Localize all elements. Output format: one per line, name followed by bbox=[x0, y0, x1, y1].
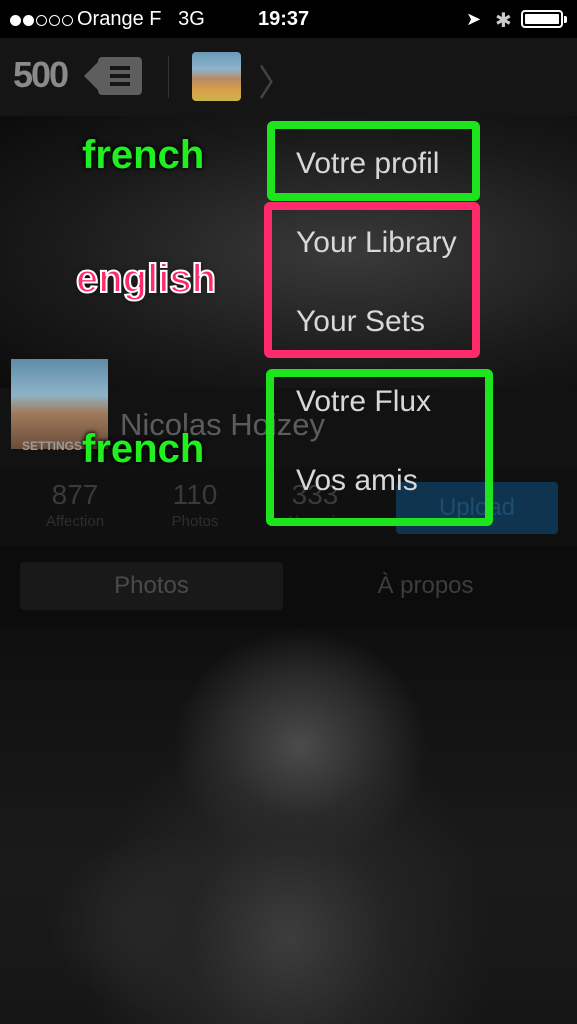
clock: 19:37 bbox=[258, 8, 310, 30]
network-type: 3G bbox=[178, 8, 205, 30]
app-logo: 500 bbox=[13, 54, 69, 95]
featured-photo[interactable] bbox=[0, 628, 577, 1024]
settings-label[interactable]: SETTINGS bbox=[22, 439, 82, 453]
location-icon: ➤ bbox=[466, 9, 482, 29]
bluetooth-icon: ✱ bbox=[495, 10, 512, 32]
signal-strength-icon bbox=[10, 13, 75, 31]
tab-about[interactable]: À propos bbox=[294, 562, 557, 610]
nav-divider bbox=[168, 56, 169, 98]
stat-affection: 877 Affection bbox=[45, 479, 105, 530]
menu-item-sets[interactable]: Your Sets bbox=[296, 305, 425, 339]
top-navigation-bar: 500 〉 bbox=[0, 38, 577, 116]
menu-toggle-button[interactable] bbox=[84, 57, 142, 95]
menu-item-library[interactable]: Your Library bbox=[296, 226, 457, 260]
battery-icon bbox=[521, 10, 567, 28]
menu-item-flux[interactable]: Votre Flux bbox=[296, 385, 431, 419]
carrier-name: Orange F 3G bbox=[77, 8, 205, 30]
stat-photos: 110 Photos bbox=[171, 479, 219, 530]
user-avatar[interactable] bbox=[192, 52, 241, 101]
annotation-label-english: english bbox=[75, 256, 217, 302]
tab-photos[interactable]: Photos bbox=[20, 562, 283, 610]
status-bar: Orange F 3G 19:37 ➤ ✱ bbox=[0, 0, 577, 38]
menu-item-friends[interactable]: Vos amis bbox=[296, 464, 418, 498]
chevron-right-icon: 〉 bbox=[258, 62, 295, 103]
annotation-label-french-bottom: french bbox=[82, 427, 205, 471]
annotation-label-french-top: french bbox=[82, 133, 205, 177]
menu-item-profile[interactable]: Votre profil bbox=[296, 147, 439, 181]
